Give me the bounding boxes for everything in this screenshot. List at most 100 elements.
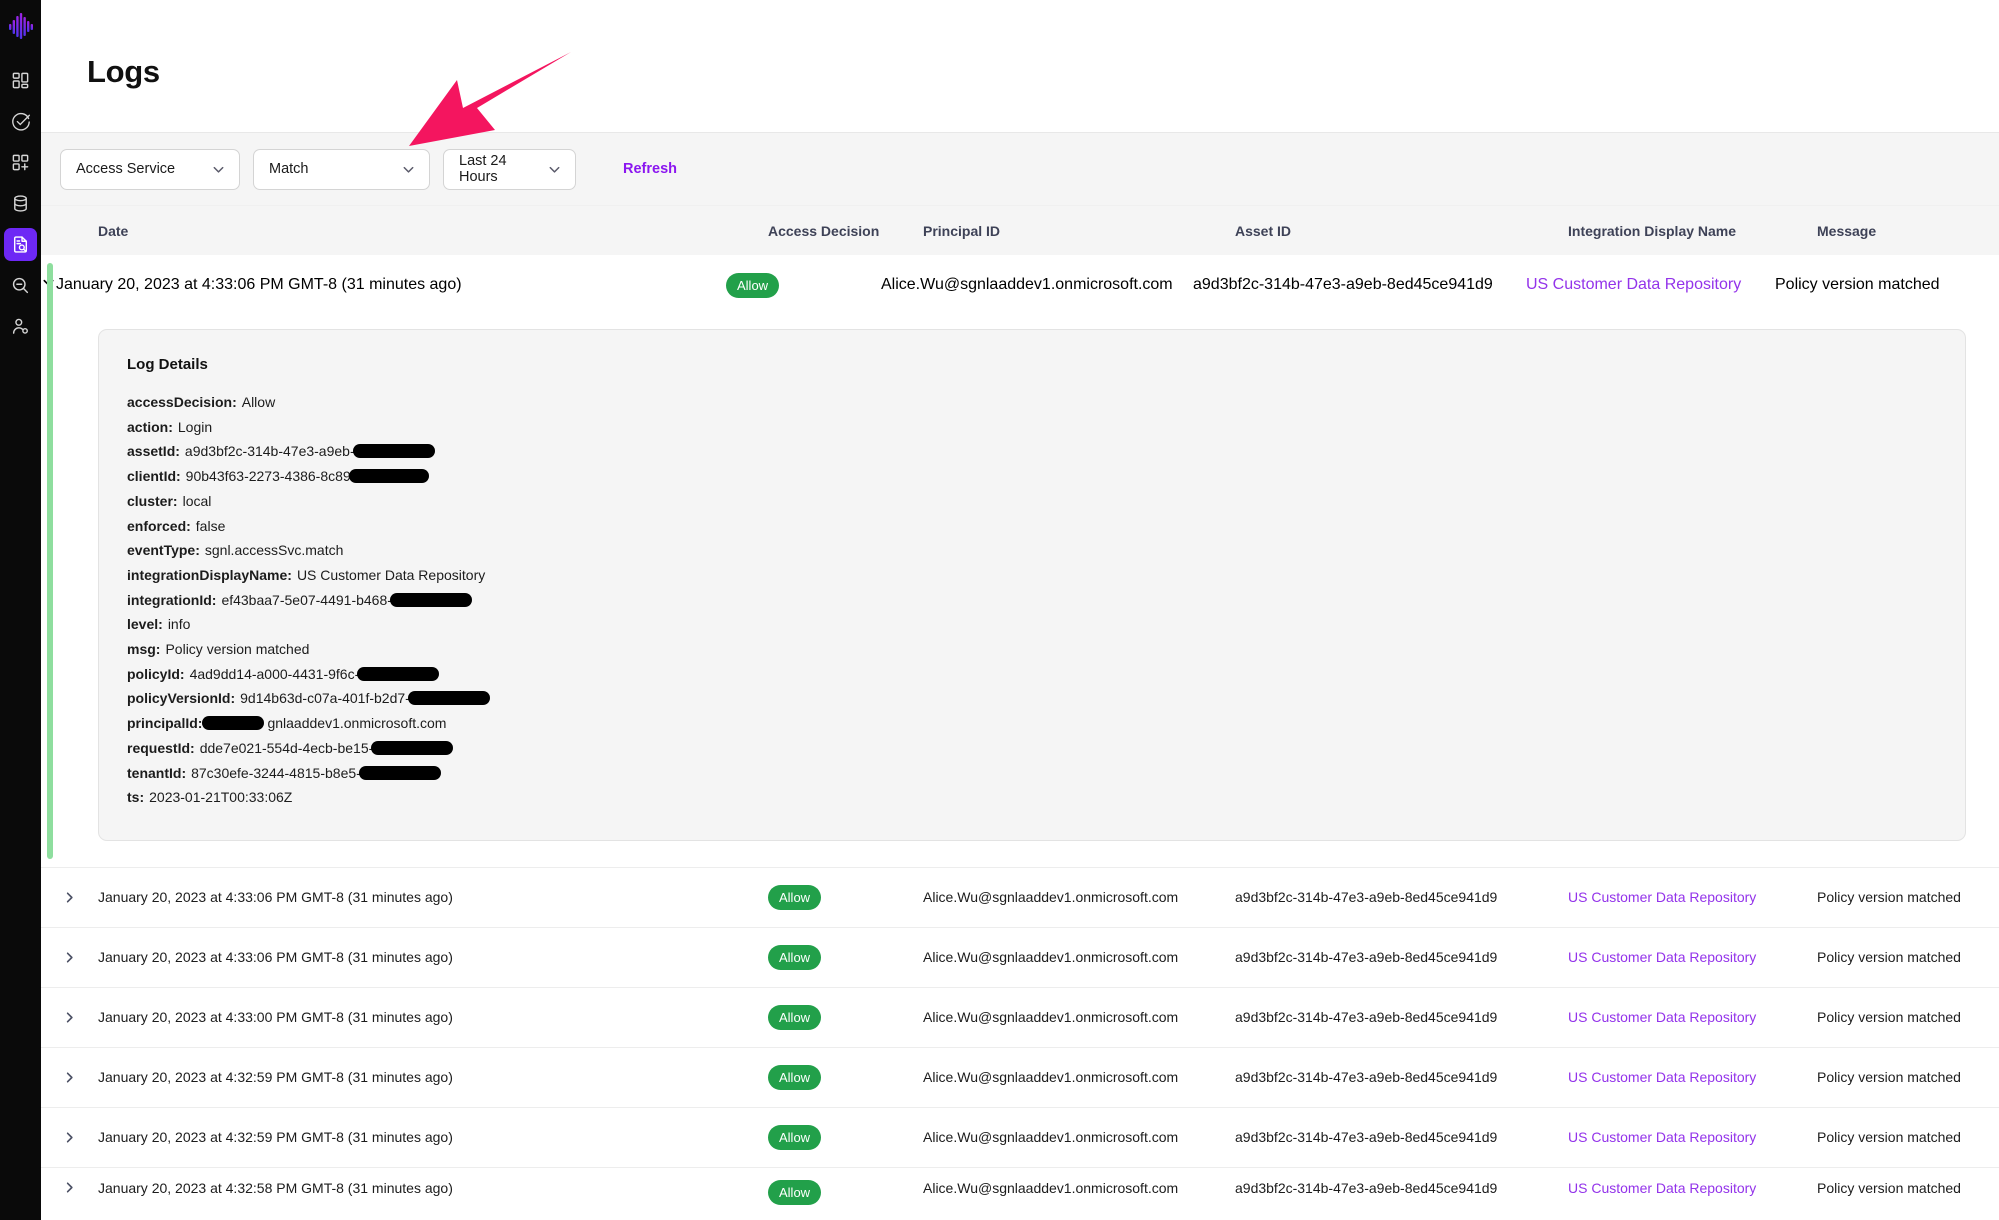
- cell-date: January 20, 2023 at 4:32:59 PM GMT-8 (31…: [98, 1069, 453, 1086]
- log-detail-field: cluster: local: [127, 489, 1965, 514]
- integration-link[interactable]: US Customer Data Repository: [1568, 1009, 1756, 1025]
- sidebar-item-datasources[interactable]: [4, 187, 37, 220]
- log-detail-key: cluster:: [127, 492, 178, 509]
- document-search-icon: [11, 235, 30, 254]
- expand-row-caret[interactable]: [41, 1010, 98, 1025]
- log-detail-value: dde7e021-554d-4ecb-be15-: [199, 739, 374, 756]
- cell-integration-display-name: US Customer Data Repository: [1526, 276, 1775, 294]
- redaction-bar: [202, 716, 265, 731]
- status-badge: Allow: [768, 1064, 822, 1090]
- log-detail-key: requestId:: [127, 739, 195, 756]
- cell-asset-id: a9d3bf2c-314b-47e3-a9eb-8ed45ce941d9: [1235, 949, 1498, 966]
- access-service-select-label: Access Service: [76, 161, 176, 177]
- sidebar-item-dashboard[interactable]: [4, 64, 37, 97]
- integration-link[interactable]: US Customer Data Repository: [1568, 1129, 1756, 1145]
- log-detail-field: policyId: 4ad9dd14-a000-4431-9f6c-: [127, 662, 1965, 687]
- access-service-select[interactable]: Access Service: [60, 148, 240, 190]
- cell-principal-id: Alice.Wu@sgnlaaddev1.onmicrosoft.com: [923, 949, 1179, 966]
- table-body: January 20, 2023 at 4:33:06 PM GMT-8 (31…: [41, 255, 1999, 1220]
- status-badge: Allow: [768, 1124, 822, 1150]
- integration-link[interactable]: US Customer Data Repository: [1526, 276, 1741, 293]
- cell-asset-id: a9d3bf2c-314b-47e3-a9eb-8ed45ce941d9: [1235, 1009, 1498, 1026]
- sidebar-item-users[interactable]: [4, 310, 37, 343]
- log-detail-value: 90b43f63-2273-4386-8c89: [185, 468, 351, 485]
- expand-row-caret[interactable]: [41, 1070, 98, 1085]
- log-detail-key: clientId:: [127, 468, 181, 485]
- sidebar-item-policies[interactable]: [4, 105, 37, 138]
- log-detail-key: tenantId:: [127, 764, 187, 781]
- cell-access-decision: Allow: [768, 944, 923, 970]
- cell-access-decision: Allow: [726, 272, 881, 298]
- table-row[interactable]: January 20, 2023 at 4:33:06 PM GMT-8 (31…: [41, 255, 1999, 315]
- table-row[interactable]: January 20, 2023 at 4:33:00 PM GMT-8 (31…: [41, 987, 1999, 1048]
- expand-row-caret[interactable]: [41, 950, 98, 965]
- log-detail-value: false: [195, 517, 226, 534]
- table-row[interactable]: January 20, 2023 at 4:32:59 PM GMT-8 (31…: [41, 1047, 1999, 1108]
- redaction-bar: [371, 740, 454, 755]
- waveform-logo: [0, 4, 41, 48]
- match-select[interactable]: Match: [253, 148, 430, 190]
- table-row[interactable]: January 20, 2023 at 4:33:06 PM GMT-8 (31…: [41, 867, 1999, 928]
- cell-principal-id: Alice.Wu@sgnlaaddev1.onmicrosoft.com: [923, 1009, 1179, 1026]
- filter-bar: Access Service Match Last 24 Hours Refre…: [41, 133, 1999, 206]
- log-detail-value: local: [182, 492, 212, 509]
- log-detail-value: 9d14b63d-c07a-401f-b2d7-: [240, 690, 410, 707]
- redaction-bar: [389, 592, 472, 607]
- redaction-bar: [407, 691, 490, 706]
- cell-integration-display-name: US Customer Data Repository: [1568, 1180, 1817, 1196]
- cell-principal-id: Alice.Wu@sgnlaaddev1.onmicrosoft.com: [923, 1129, 1179, 1146]
- log-detail-key: ts:: [127, 789, 145, 806]
- table-row[interactable]: January 20, 2023 at 4:33:06 PM GMT-8 (31…: [41, 927, 1999, 988]
- table-row[interactable]: January 20, 2023 at 4:32:59 PM GMT-8 (31…: [41, 1107, 1999, 1168]
- log-detail-field: action: Login: [127, 415, 1965, 440]
- cell-message: Policy version matched: [1817, 1069, 1961, 1086]
- table-row[interactable]: January 20, 2023 at 4:32:58 PM GMT-8 (31…: [41, 1167, 1999, 1220]
- cell-asset-id: a9d3bf2c-314b-47e3-a9eb-8ed45ce941d9: [1235, 1179, 1498, 1196]
- cell-integration-display-name: US Customer Data Repository: [1568, 1009, 1817, 1025]
- cell-integration-display-name: US Customer Data Repository: [1568, 1069, 1817, 1085]
- log-detail-key: level:: [127, 616, 163, 633]
- zoom-out-icon: [11, 276, 30, 295]
- integration-link[interactable]: US Customer Data Repository: [1568, 949, 1756, 965]
- cell-principal-id: Alice.Wu@sgnlaaddev1.onmicrosoft.com: [881, 276, 1173, 293]
- log-detail-key: enforced:: [127, 517, 191, 534]
- expand-row-caret[interactable]: [41, 1130, 98, 1145]
- log-detail-value: 4ad9dd14-a000-4431-9f6c-: [189, 665, 360, 682]
- sidebar-item-logs[interactable]: [4, 228, 37, 261]
- redaction-bar: [348, 469, 429, 484]
- main-content: Logs Access Service Match Last 24 Hours: [41, 0, 1999, 1220]
- log-detail-key: eventType:: [127, 542, 200, 559]
- status-badge: Allow: [726, 272, 780, 298]
- refresh-button[interactable]: Refresh: [623, 161, 677, 177]
- expand-row-caret[interactable]: [41, 1180, 98, 1195]
- integration-link[interactable]: US Customer Data Repository: [1568, 1069, 1756, 1085]
- app-root: Logs Access Service Match Last 24 Hours: [0, 0, 1999, 1220]
- log-details-panel: Log Details accessDecision: Allow action: Lo…: [98, 329, 1966, 841]
- time-range-select[interactable]: Last 24 Hours: [443, 148, 576, 190]
- log-detail-field: integrationDisplayName: US Customer Data …: [127, 563, 1965, 588]
- log-detail-field: requestId: dde7e021-554d-4ecb-be15-: [127, 736, 1965, 761]
- cell-date: January 20, 2023 at 4:33:06 PM GMT-8 (31…: [98, 889, 453, 906]
- integration-link[interactable]: US Customer Data Repository: [1568, 889, 1756, 905]
- sidebar: [0, 0, 41, 1220]
- log-detail-value: Login: [177, 418, 213, 435]
- log-detail-key: policyVersionId:: [127, 690, 236, 707]
- log-detail-field: eventType: sgnl.accessSvc.match: [127, 538, 1965, 563]
- log-detail-field: enforced: false: [127, 514, 1965, 539]
- cell-message: Policy version matched: [1817, 949, 1961, 966]
- dashboard-grid-icon: [11, 71, 30, 90]
- column-header-principal-id: Principal ID: [923, 222, 1001, 239]
- cell-date: January 20, 2023 at 4:32:59 PM GMT-8 (31…: [98, 1129, 453, 1146]
- redaction-bar: [358, 765, 441, 780]
- log-detail-field: clientId: 90b43f63-2273-4386-8c89: [127, 464, 1965, 489]
- expand-row-caret[interactable]: [41, 890, 98, 905]
- cell-principal-id: Alice.Wu@sgnlaaddev1.onmicrosoft.com: [923, 1179, 1179, 1196]
- cell-access-decision: Allow: [768, 1004, 923, 1030]
- status-badge: Allow: [768, 1179, 822, 1205]
- sidebar-item-search[interactable]: [4, 269, 37, 302]
- column-header-access-decision: Access Decision: [768, 222, 880, 239]
- cell-asset-id: a9d3bf2c-314b-47e3-a9eb-8ed45ce941d9: [1235, 1069, 1498, 1086]
- cell-message: Policy version matched: [1775, 276, 1940, 293]
- sidebar-item-integrations[interactable]: [4, 146, 37, 179]
- integration-link[interactable]: US Customer Data Repository: [1568, 1180, 1756, 1196]
